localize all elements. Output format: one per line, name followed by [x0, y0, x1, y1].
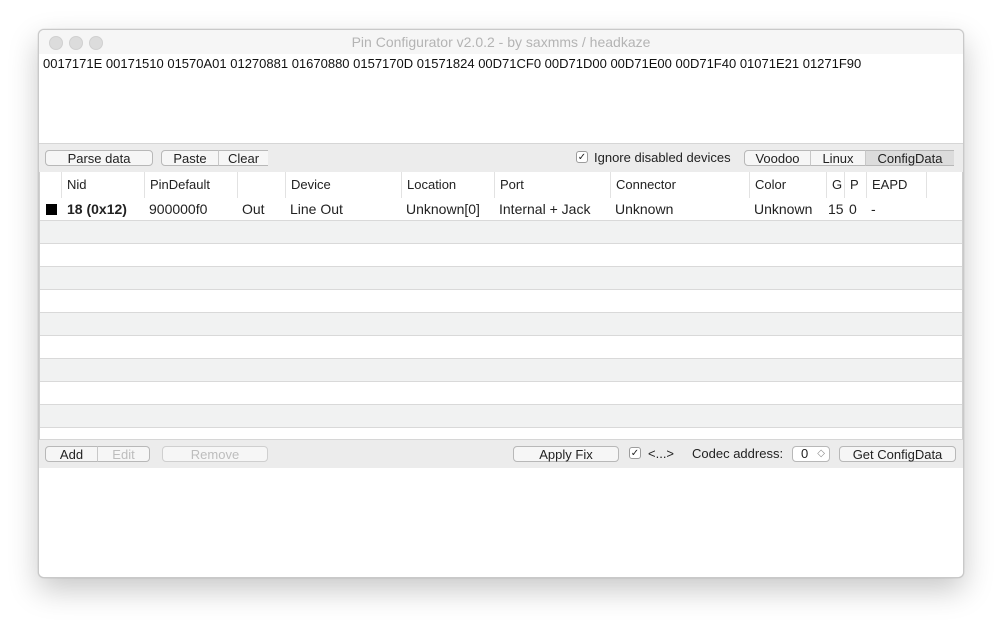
table-row[interactable]: 18 (0x12) 900000f0 Out Line Out Unknown[…	[40, 198, 962, 221]
empty-row	[40, 267, 962, 290]
tab-voodoo[interactable]: Voodoo	[744, 150, 811, 166]
title-bar: Pin Configurator v2.0.2 - by saxmms / he…	[39, 30, 963, 55]
column-header-device[interactable]: Device	[285, 172, 401, 198]
top-toolbar: Parse data Paste Clear ✓ Ignore disabled…	[39, 143, 963, 173]
table-header: Nid PinDefault Device Location Port Conn…	[40, 172, 962, 199]
window-title: Pin Configurator v2.0.2 - by saxmms / he…	[351, 34, 651, 50]
paste-clear-segment: Paste Clear	[161, 150, 268, 166]
empty-row	[40, 244, 962, 267]
edit-button[interactable]: Edit	[97, 446, 150, 462]
bottom-toolbar: Add Edit Remove Apply Fix ✓ <...> Codec …	[39, 439, 963, 469]
codec-address-value: 0	[801, 446, 809, 461]
column-header-nid[interactable]: Nid	[61, 172, 144, 198]
get-configdata-button[interactable]: Get ConfigData	[839, 446, 956, 462]
column-header-location[interactable]: Location	[401, 172, 494, 198]
column-header-connector[interactable]: Connector	[610, 172, 749, 198]
stepper-arrows-icon[interactable]: ◇	[817, 447, 825, 461]
column-header-pindefault[interactable]: PinDefault	[144, 172, 237, 198]
empty-row	[40, 359, 962, 382]
cell-g: 15	[828, 201, 844, 217]
format-segment: Voodoo Linux ConfigData	[744, 150, 954, 166]
add-button[interactable]: Add	[45, 446, 98, 462]
parse-data-button[interactable]: Parse data	[45, 150, 153, 166]
column-header-p[interactable]: P	[844, 172, 866, 198]
codec-address-stepper[interactable]: 0 ◇	[792, 446, 830, 462]
cell-connector: Unknown	[615, 201, 674, 217]
output-area[interactable]	[39, 468, 963, 577]
cell-nid: 18 (0x12)	[67, 201, 127, 217]
ellipsis-checkbox[interactable]: ✓	[629, 447, 641, 459]
remove-button[interactable]: Remove	[162, 446, 268, 462]
cell-pindefault: 900000f0	[149, 201, 208, 217]
empty-row	[40, 405, 962, 428]
column-header-port[interactable]: Port	[494, 172, 610, 198]
codec-address-label: Codec address:	[692, 446, 784, 461]
ellipsis-label: <...>	[648, 446, 675, 461]
column-header-extra[interactable]	[926, 172, 962, 198]
column-header-eapd[interactable]: EAPD	[866, 172, 926, 198]
ignore-disabled-label: Ignore disabled devices	[594, 150, 731, 165]
cell-p: 0	[849, 201, 857, 217]
tab-linux[interactable]: Linux	[810, 150, 866, 166]
cell-direction: Out	[242, 201, 265, 217]
column-header-color[interactable]: Color	[749, 172, 826, 198]
empty-row	[40, 221, 962, 244]
empty-row	[40, 290, 962, 313]
empty-row	[40, 428, 962, 439]
color-swatch	[46, 204, 57, 215]
cell-color: Unknown	[754, 201, 813, 217]
empty-row	[40, 313, 962, 336]
config-data-textarea[interactable]: 0017171E 00171510 01570A01 01270881 0167…	[39, 54, 963, 142]
cell-eapd: -	[871, 201, 876, 217]
ignore-disabled-checkbox[interactable]: ✓	[576, 151, 588, 163]
cell-port: Internal + Jack	[499, 201, 591, 217]
column-header-swatch[interactable]	[40, 172, 61, 198]
apply-fix-button[interactable]: Apply Fix	[513, 446, 619, 462]
tab-configdata[interactable]: ConfigData	[865, 150, 954, 166]
clear-button[interactable]: Clear	[218, 150, 268, 166]
app-window: Pin Configurator v2.0.2 - by saxmms / he…	[38, 29, 964, 578]
add-edit-segment: Add Edit	[45, 446, 150, 462]
pin-table: Nid PinDefault Device Location Port Conn…	[39, 172, 963, 439]
empty-row	[40, 336, 962, 359]
column-header-direction[interactable]	[237, 172, 285, 198]
column-header-g[interactable]: G	[826, 172, 844, 198]
empty-row	[40, 382, 962, 405]
cell-location: Unknown[0]	[406, 201, 480, 217]
cell-device: Line Out	[290, 201, 343, 217]
paste-button[interactable]: Paste	[161, 150, 219, 166]
